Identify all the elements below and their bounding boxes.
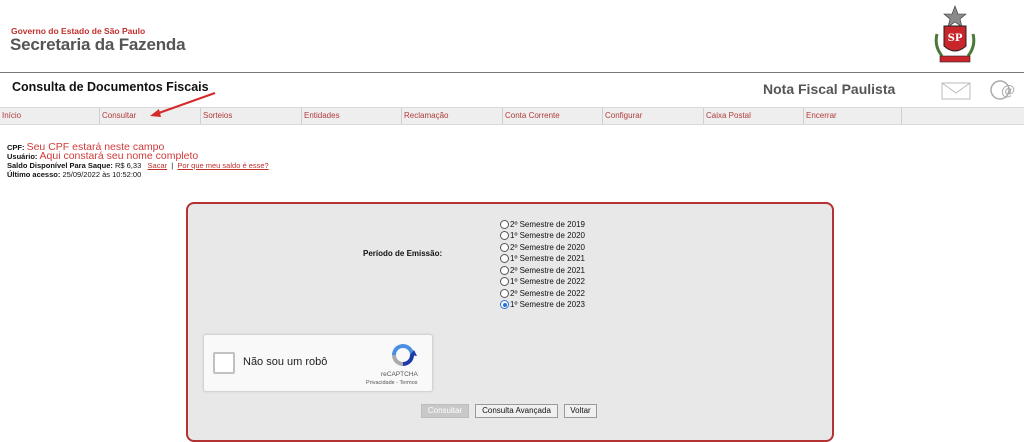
period-option-label: 1º Semestre de 2022 bbox=[510, 277, 585, 286]
saldo-label: Saldo Disponível Para Saque: bbox=[7, 161, 113, 170]
header-divider bbox=[0, 72, 1024, 73]
nav-item-conta-corrente[interactable]: Conta Corrente bbox=[503, 108, 603, 124]
consultar-button[interactable]: Consultar bbox=[421, 404, 469, 418]
period-option[interactable]: 1º Semestre de 2021 bbox=[500, 253, 585, 264]
sp-crest-logo: SP bbox=[934, 5, 976, 63]
link-separator: | bbox=[171, 161, 174, 170]
period-option-label: 2º Semestre de 2021 bbox=[510, 266, 585, 275]
nav-item-inicio[interactable]: Início bbox=[0, 108, 100, 124]
radio-button[interactable] bbox=[500, 277, 509, 286]
recaptcha-label: Não sou um robô bbox=[243, 356, 328, 368]
at-icon[interactable]: @ bbox=[988, 79, 1018, 101]
recaptcha-checkbox[interactable] bbox=[213, 352, 235, 374]
period-option[interactable]: 2º Semestre de 2019 bbox=[500, 219, 585, 230]
nav-item-caixa-postal[interactable]: Caixa Postal bbox=[704, 108, 804, 124]
saldo-row: Saldo Disponível Para Saque: R$ 6,33 Sac… bbox=[7, 161, 269, 170]
nav-item-entidades[interactable]: Entidades bbox=[302, 108, 402, 124]
ultimo-acesso-row: Último acesso: 25/09/2022 às 10:52:00 bbox=[7, 170, 141, 179]
period-option[interactable]: 2º Semestre de 2020 bbox=[500, 242, 585, 253]
radio-button[interactable] bbox=[500, 243, 509, 252]
svg-text:@: @ bbox=[1001, 83, 1015, 99]
period-option-label: 1º Semestre de 2020 bbox=[510, 231, 585, 240]
ultimo-value: 25/09/2022 às 10:52:00 bbox=[62, 170, 142, 179]
voltar-button[interactable]: Voltar bbox=[564, 404, 597, 418]
radio-button[interactable] bbox=[500, 254, 509, 263]
recaptcha-brand: reCAPTCHA bbox=[381, 371, 418, 378]
period-option-label: 1º Semestre de 2021 bbox=[510, 254, 585, 263]
brand-title: Nota Fiscal Paulista bbox=[763, 81, 896, 97]
crest-text: SP bbox=[948, 33, 963, 44]
period-option[interactable]: 1º Semestre de 2022 bbox=[500, 276, 585, 287]
secretaria-title: Secretaria da Fazenda bbox=[10, 35, 186, 54]
ultimo-label: Último acesso: bbox=[7, 170, 61, 179]
periodo-label: Período de Emissão: bbox=[363, 249, 443, 258]
period-option-label: 2º Semestre de 2020 bbox=[510, 243, 585, 252]
period-option[interactable]: 1º Semestre de 2023 bbox=[500, 299, 585, 310]
period-option-label: 2º Semestre de 2022 bbox=[510, 289, 585, 298]
recaptcha-icon bbox=[392, 344, 417, 366]
recaptcha-links[interactable]: Privacidade - Termos bbox=[366, 380, 418, 386]
nav-item-reclamacao[interactable]: Reclamação bbox=[402, 108, 503, 124]
nav-item-configurar[interactable]: Configurar bbox=[603, 108, 704, 124]
radio-button[interactable] bbox=[500, 231, 509, 240]
period-option[interactable]: 2º Semestre de 2021 bbox=[500, 265, 585, 276]
why-balance-link[interactable]: Por que meu saldo é esse? bbox=[177, 161, 268, 170]
period-option[interactable]: 2º Semestre de 2022 bbox=[500, 288, 585, 299]
usuario-label: Usuário: bbox=[7, 152, 38, 161]
annotation-arrow bbox=[150, 92, 216, 117]
saldo-value: R$ 6,33 bbox=[114, 161, 142, 170]
period-option-label: 2º Semestre de 2019 bbox=[510, 220, 585, 229]
mail-icon[interactable] bbox=[941, 81, 971, 101]
period-option-label: 1º Semestre de 2023 bbox=[510, 300, 585, 309]
nav-item-encerrar[interactable]: Encerrar bbox=[804, 108, 902, 124]
period-option[interactable]: 1º Semestre de 2020 bbox=[500, 230, 585, 241]
radio-button[interactable] bbox=[500, 289, 509, 298]
radio-button[interactable] bbox=[500, 220, 509, 229]
sacar-link[interactable]: Sacar bbox=[148, 161, 168, 170]
radio-button[interactable] bbox=[500, 266, 509, 275]
consulta-avancada-button[interactable]: Consulta Avançada bbox=[475, 404, 558, 418]
radio-button[interactable] bbox=[500, 300, 509, 309]
